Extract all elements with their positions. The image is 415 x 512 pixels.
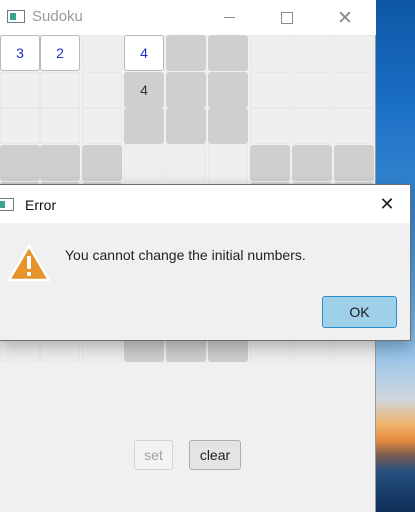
close-icon: ✕ bbox=[379, 193, 395, 215]
dialog-title: Error bbox=[25, 197, 57, 213]
sudoku-cell[interactable] bbox=[166, 35, 206, 71]
sudoku-cell[interactable] bbox=[208, 145, 248, 181]
sudoku-cell[interactable] bbox=[292, 108, 332, 144]
sudoku-cell[interactable] bbox=[82, 145, 122, 181]
app-window-icon bbox=[7, 10, 25, 23]
dialog-title-bar[interactable]: Error ✕ bbox=[0, 185, 410, 223]
sudoku-cell[interactable] bbox=[166, 72, 206, 108]
sudoku-cell[interactable] bbox=[250, 72, 290, 108]
sudoku-cell[interactable] bbox=[250, 35, 290, 71]
sudoku-cell[interactable] bbox=[334, 108, 374, 144]
set-button[interactable]: set bbox=[134, 440, 173, 470]
sudoku-cell[interactable]: 3 bbox=[0, 35, 40, 71]
maximize-icon bbox=[281, 11, 293, 24]
window-title: Sudoku bbox=[32, 8, 83, 25]
minimize-icon bbox=[223, 17, 235, 18]
sudoku-cell[interactable]: 2 bbox=[40, 35, 80, 71]
warning-triangle-icon bbox=[7, 244, 51, 282]
sudoku-cell[interactable] bbox=[292, 145, 332, 181]
sudoku-cell[interactable] bbox=[0, 145, 40, 181]
maximize-button[interactable] bbox=[258, 0, 316, 35]
sudoku-cell[interactable] bbox=[250, 145, 290, 181]
sudoku-cell[interactable] bbox=[208, 72, 248, 108]
sudoku-cell[interactable] bbox=[292, 72, 332, 108]
ok-button[interactable]: OK bbox=[322, 296, 397, 328]
sudoku-cell[interactable] bbox=[208, 108, 248, 144]
sudoku-cell[interactable] bbox=[292, 35, 332, 71]
sudoku-cell[interactable] bbox=[82, 72, 122, 108]
sudoku-cell[interactable]: 4 bbox=[124, 35, 164, 71]
sudoku-cell[interactable] bbox=[250, 108, 290, 144]
sudoku-cell[interactable] bbox=[124, 145, 164, 181]
sudoku-cell[interactable] bbox=[124, 108, 164, 144]
sudoku-cell[interactable] bbox=[208, 35, 248, 71]
sudoku-cell[interactable] bbox=[166, 145, 206, 181]
close-button[interactable]: ✕ bbox=[316, 0, 374, 35]
error-dialog: Error ✕ You cannot change the initial nu… bbox=[0, 184, 411, 341]
minimize-button[interactable] bbox=[200, 0, 258, 35]
clear-button[interactable]: clear bbox=[189, 440, 241, 470]
sudoku-cell[interactable] bbox=[82, 35, 122, 71]
sudoku-cell[interactable] bbox=[40, 72, 80, 108]
sudoku-cell[interactable] bbox=[334, 35, 374, 71]
sudoku-cell[interactable] bbox=[40, 108, 80, 144]
sudoku-cell[interactable] bbox=[166, 108, 206, 144]
sudoku-title-bar[interactable]: Sudoku ✕ bbox=[0, 0, 376, 35]
dialog-close-button[interactable]: ✕ bbox=[371, 191, 403, 217]
app-window-icon bbox=[0, 198, 14, 211]
sudoku-cell[interactable] bbox=[334, 72, 374, 108]
sudoku-cell[interactable] bbox=[82, 108, 122, 144]
sudoku-cell[interactable] bbox=[40, 145, 80, 181]
close-icon: ✕ bbox=[337, 6, 353, 29]
sudoku-cell[interactable] bbox=[0, 72, 40, 108]
sudoku-cell[interactable] bbox=[0, 108, 40, 144]
sudoku-cell[interactable]: 4 bbox=[124, 72, 164, 108]
sudoku-cell[interactable] bbox=[334, 145, 374, 181]
dialog-message: You cannot change the initial numbers. bbox=[65, 247, 306, 263]
